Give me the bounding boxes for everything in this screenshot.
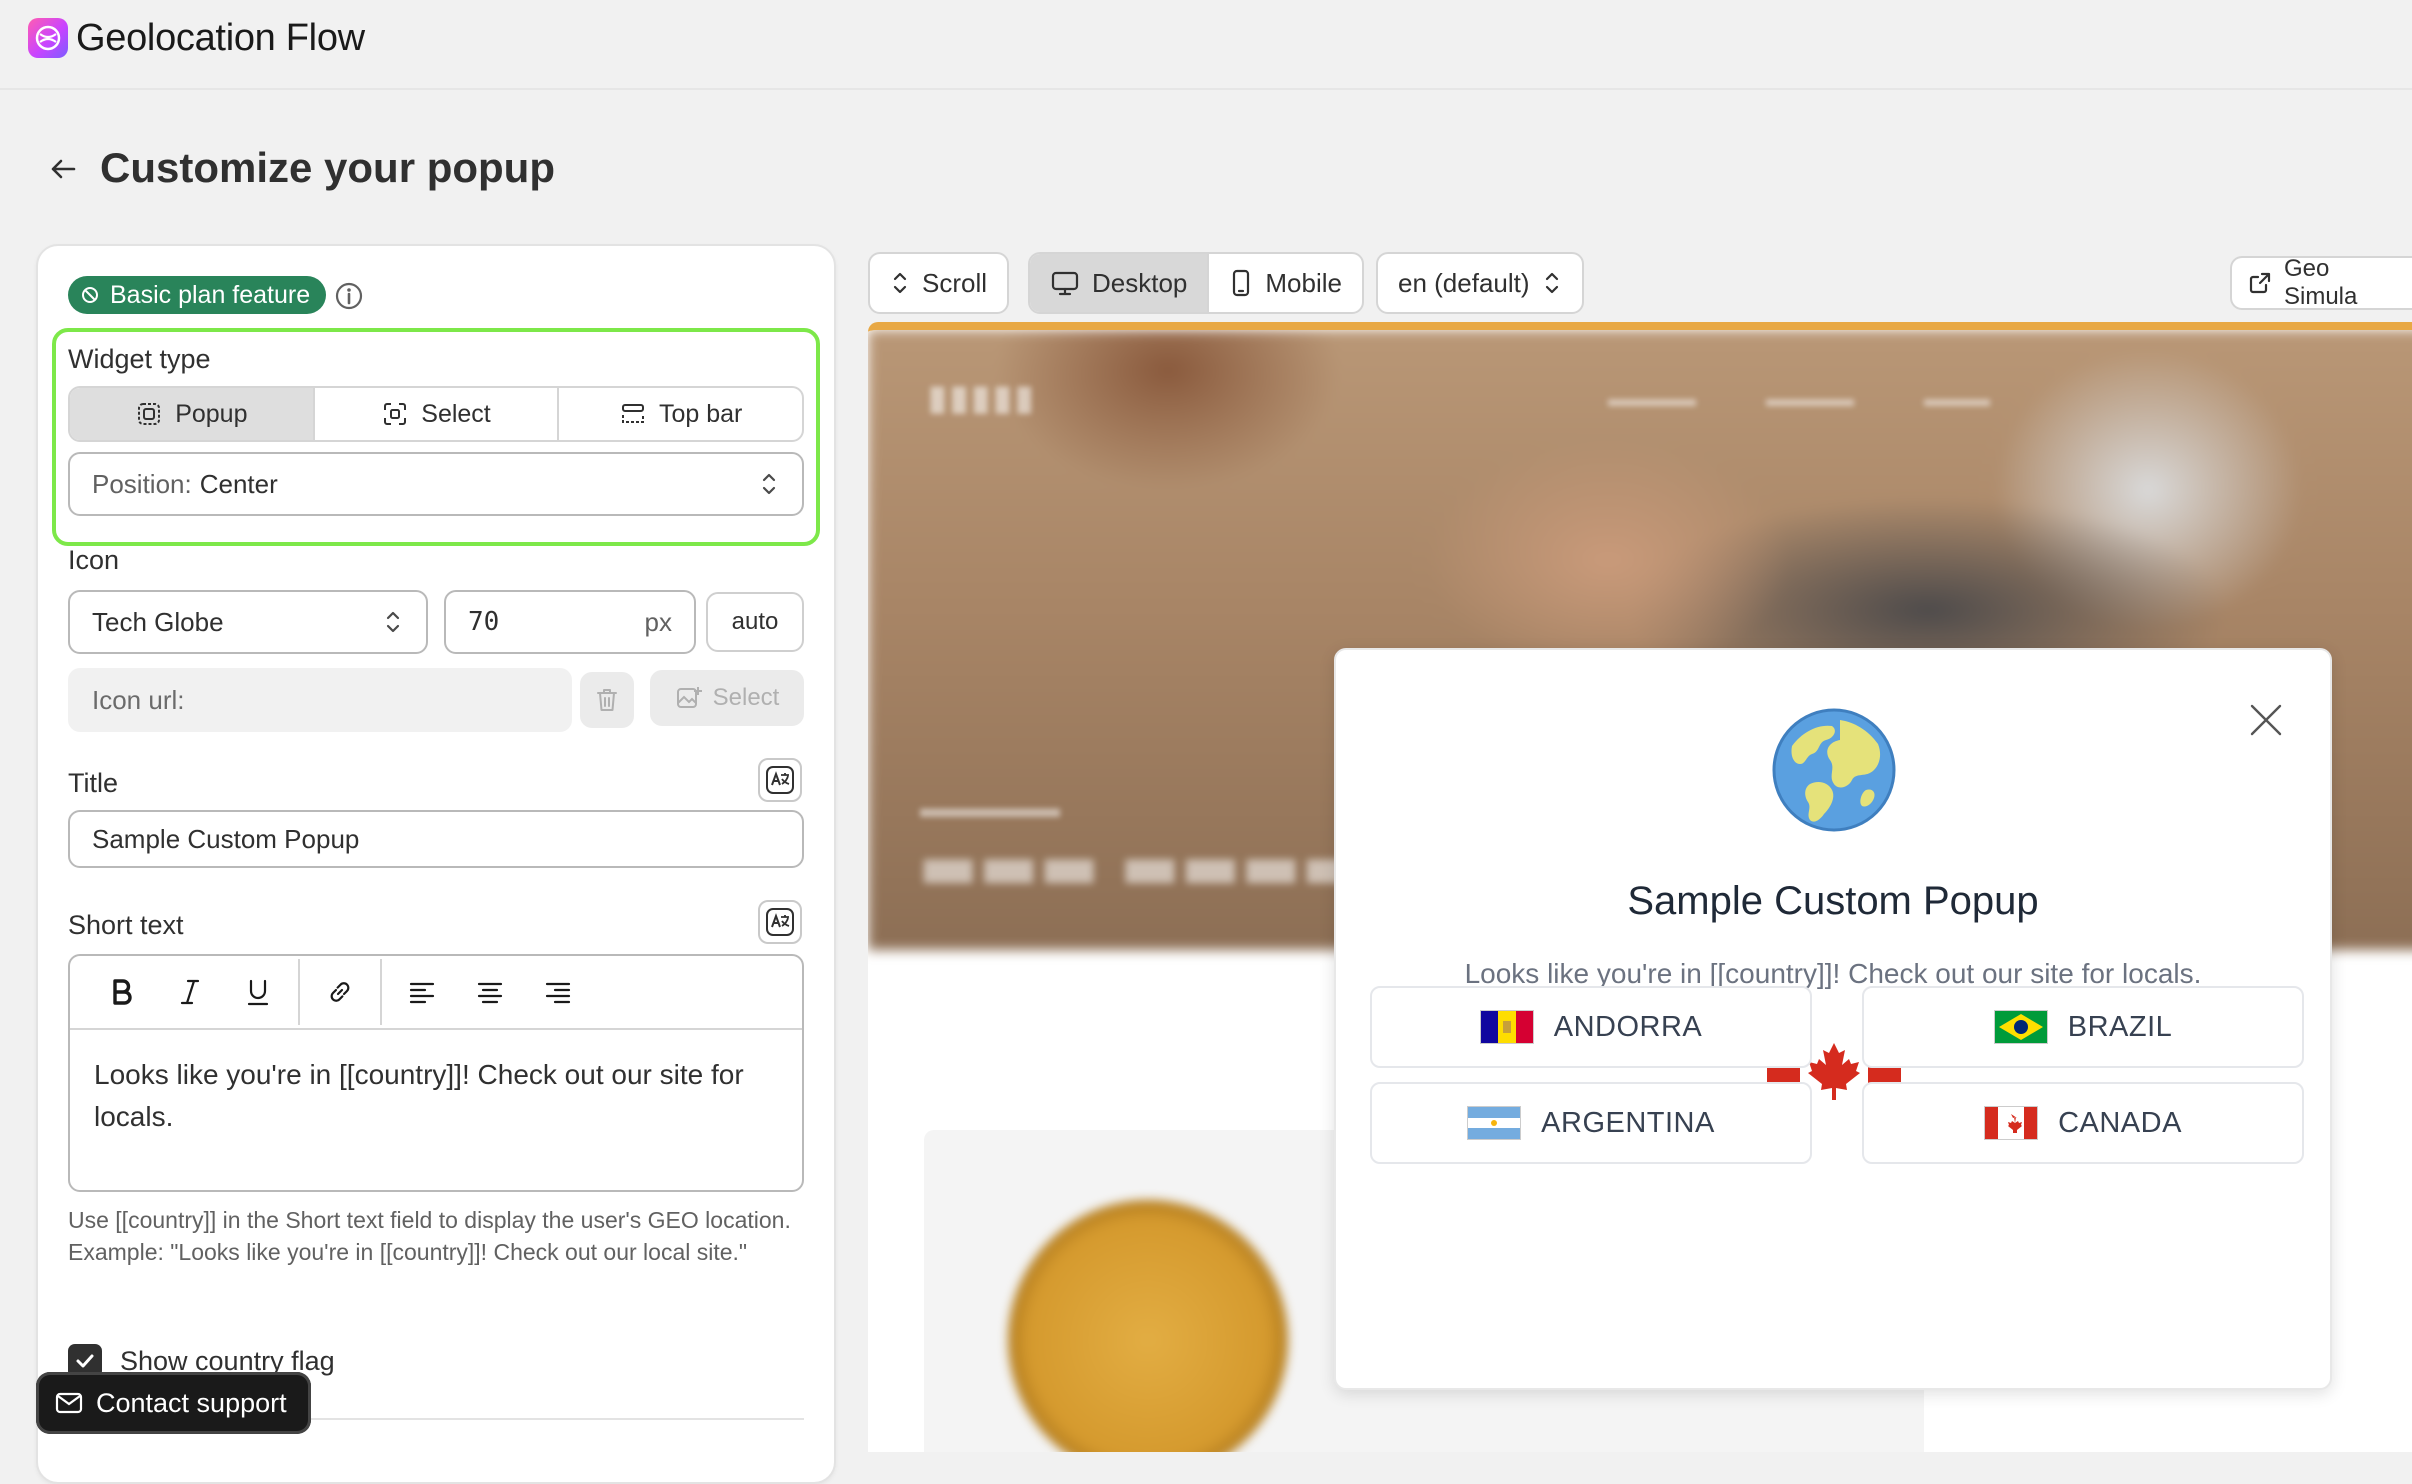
store-nav-blurred: ▬▬▬▬ ▬▬▬▬ ▬▬▬ [1608,386,1990,411]
scroll-button[interactable]: Scroll [868,252,1010,314]
desktop-button[interactable]: Desktop [1030,254,1210,312]
back-arrow-icon[interactable] [40,146,86,192]
close-icon[interactable] [2242,696,2290,744]
icon-size-value: 70 [468,607,500,637]
checkmark-icon [74,1350,96,1372]
short-text-label: Short text [68,910,184,940]
plan-badge-label: Basic plan feature [110,281,311,309]
widget-type-popup-label: Popup [175,399,248,428]
country-brazil-label: BRAZIL [2067,1010,2173,1043]
image-add-icon [675,685,703,711]
position-select[interactable]: Position: Center [68,452,804,516]
brazil-flag-icon [1993,1010,2048,1044]
external-link-icon [2248,271,2272,295]
chevron-up-down-icon [758,470,780,498]
app-title: Geolocation Flow [76,17,365,59]
title-input[interactable]: Sample Custom Popup [68,810,804,868]
country-andorra-label: ANDORRA [1553,1010,1703,1043]
icon-size-input[interactable]: 70 px [444,590,696,654]
select-icon [381,400,409,428]
widget-type-top-bar-label: Top bar [658,399,743,428]
globe-icon [1770,706,1898,834]
short-text-help: Use [[country]] in the Short text field … [68,1207,791,1265]
country-button-canada[interactable]: CANADA [1862,1082,2304,1164]
contact-support-label: Contact support [96,1387,287,1418]
widget-type-select-label: Select [421,399,491,428]
country-canada-label: CANADA [2058,1106,2182,1139]
chevron-up-down-icon [890,269,910,297]
short-text-content[interactable]: Looks like you're in [[country]]! Check … [94,1054,784,1138]
italic-icon[interactable] [156,962,224,1022]
translate-icon [765,765,795,795]
link-icon[interactable] [306,962,374,1022]
align-left-icon[interactable] [388,962,456,1022]
translate-short-text-button[interactable] [758,900,802,944]
icon-select-button[interactable]: Select [650,670,804,726]
country-argentina-label: ARGENTINA [1541,1106,1715,1139]
canada-flag-icon [1984,1106,2039,1140]
icon-select[interactable]: Tech Globe [68,590,428,654]
desktop-icon [1050,269,1080,297]
toolbar-divider [380,959,382,1025]
info-icon[interactable] [333,280,365,312]
popup-title: Sample Custom Popup [1627,879,2039,923]
chevron-up-down-icon [1542,269,1562,297]
icon-url-label: Icon url: [92,684,185,715]
language-select-value: en (default) [1398,267,1530,298]
page-title: Customize your popup [100,144,555,191]
underline-icon[interactable] [224,962,292,1022]
title-input-value: Sample Custom Popup [92,823,360,854]
device-toggle: Desktop Mobile [1028,252,1364,314]
translate-title-button[interactable] [758,758,802,802]
icon-auto-button[interactable]: auto [706,592,804,652]
widget-type-top-bar[interactable]: Top bar [559,388,802,440]
argentina-flag-icon [1467,1106,1522,1140]
plan-badge: Basic plan feature [68,276,327,314]
popup-preview: Sample Custom Popup Looks like you're in… [1334,648,2332,1390]
position-select-value: Center [199,468,278,499]
icon-url-input[interactable]: Icon url: [68,668,572,732]
country-button-argentina[interactable]: ARGENTINA [1370,1082,1812,1164]
popup-icon [135,400,163,428]
language-select[interactable]: en (default) [1376,252,1584,314]
align-center-icon[interactable] [456,962,524,1022]
widget-type-segmented: Popup Select Top bar [68,386,804,442]
mail-icon [54,1390,84,1416]
app-logo-icon [28,18,68,58]
top-bar-icon [619,400,647,428]
translate-icon [765,907,795,937]
geo-simulator-label: Geo Simula [2284,255,2358,310]
delete-icon-button[interactable] [580,672,634,728]
contact-support-button[interactable]: Contact support [36,1372,311,1434]
title-label: Title [68,768,119,798]
icon-select-button-label: Select [712,684,780,711]
country-button-andorra[interactable]: ANDORRA [1370,986,1812,1068]
icon-select-value: Tech Globe [92,606,224,637]
toolbar-divider [298,959,300,1025]
align-right-icon[interactable] [524,962,592,1022]
desktop-button-label: Desktop [1092,267,1188,298]
trash-icon [595,687,619,713]
chevron-up-down-icon [382,608,404,636]
icon-size-unit: px [644,606,672,637]
store-logo-blurred: ▮▮▮▮▮ [928,379,1037,417]
editor-toolbar [70,956,802,1030]
widget-type-label: Widget type [68,344,211,374]
country-button-brazil[interactable]: BRAZIL [1862,986,2304,1068]
position-select-label: Position: [92,468,192,499]
geo-simulator-button[interactable]: Geo Simula [2230,255,2412,310]
mobile-button[interactable]: Mobile [1209,254,1362,312]
widget-type-popup[interactable]: Popup [70,388,315,440]
scroll-button-label: Scroll [922,267,988,298]
widget-type-select[interactable]: Select [315,388,560,440]
plan-badge-icon [80,285,100,305]
bold-icon[interactable] [88,962,156,1022]
short-text-editor[interactable]: Looks like you're in [[country]]! Check … [68,954,804,1192]
hero-subtitle-blurred: ▬▬▬▬▬ [920,792,1060,823]
andorra-flag-icon [1479,1010,1534,1044]
mobile-icon [1229,268,1253,298]
mobile-button-label: Mobile [1265,267,1342,298]
icon-label: Icon [68,545,120,575]
